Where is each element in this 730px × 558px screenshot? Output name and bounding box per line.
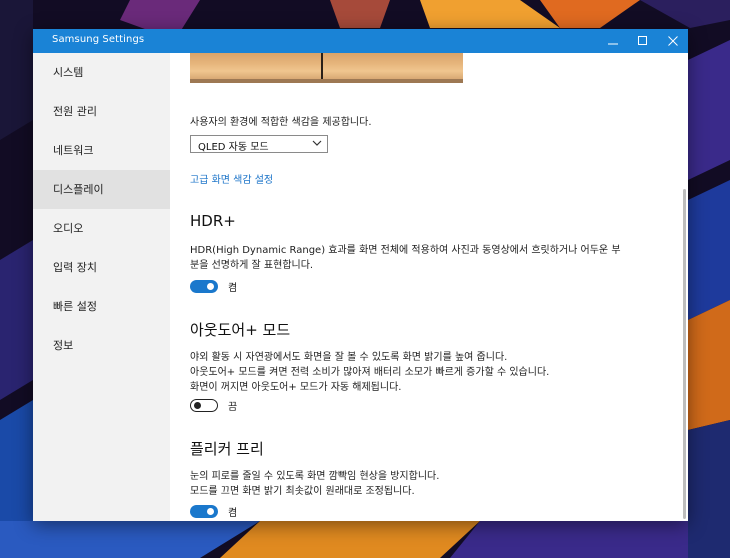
hdr-toggle[interactable] <box>190 280 218 293</box>
chevron-down-icon <box>312 140 322 146</box>
flicker-free-toggle[interactable] <box>190 505 218 518</box>
outdoor-mode-toggle[interactable] <box>190 399 218 412</box>
advanced-color-settings-link[interactable]: 고급 화면 색감 설정 <box>190 171 273 186</box>
hdr-title: HDR+ <box>190 212 236 230</box>
window-title: Samsung Settings <box>52 34 145 45</box>
minimize-icon <box>608 43 618 45</box>
sidebar-nav: 시스템 전원 관리 네트워크 디스플레이 오디오 입력 장치 빠른 설정 정보 <box>33 53 170 521</box>
sidebar-item-network[interactable]: 네트워크 <box>33 131 170 170</box>
flicker-free-title: 플리커 프리 <box>190 440 264 458</box>
close-button[interactable] <box>658 29 688 53</box>
title-bar: Samsung Settings <box>33 29 688 53</box>
color-mode-dropdown[interactable]: QLED 자동 모드 <box>190 135 328 153</box>
outdoor-description-line3: 화면이 꺼지면 아웃도어+ 모드가 자동 해제됩니다. <box>190 382 402 393</box>
settings-window: Samsung Settings 시스템 전원 관리 네트워크 디스플레이 오디… <box>33 29 688 521</box>
hdr-toggle-label: 켬 <box>228 283 238 294</box>
sidebar-item-audio[interactable]: 오디오 <box>33 209 170 248</box>
display-settings-panel: 사용자의 환경에 적합한 색감을 제공합니다. QLED 자동 모드 고급 화면… <box>170 53 688 521</box>
outdoor-description-line1: 야외 활동 시 자연광에서도 화면을 잘 볼 수 있도록 화면 밝기를 높여 줍… <box>190 352 508 363</box>
content-scrollbar[interactable] <box>683 189 686 519</box>
sidebar-item-display[interactable]: 디스플레이 <box>33 170 170 209</box>
hdr-description-line1: HDR(High Dynamic Range) 효과를 화면 전체에 적용하여 … <box>190 245 621 256</box>
minimize-button[interactable] <box>598 29 628 53</box>
sidebar-item-quick-settings[interactable]: 빠른 설정 <box>33 287 170 326</box>
color-preview-image <box>190 53 463 83</box>
outdoor-toggle-label: 끔 <box>228 402 238 413</box>
flicker-toggle-label: 켬 <box>228 508 238 519</box>
outdoor-description-line2: 아웃도어+ 모드를 켜면 전력 소비가 많아져 배터리 소모가 빠르게 증가할 … <box>190 367 550 378</box>
outdoor-mode-title: 아웃도어+ 모드 <box>190 321 291 339</box>
sidebar-item-input[interactable]: 입력 장치 <box>33 248 170 287</box>
flicker-description-line2: 모드를 끄면 화면 밝기 최솟값이 원래대로 조정됩니다. <box>190 486 415 497</box>
maximize-button[interactable] <box>628 29 658 53</box>
sidebar-item-system[interactable]: 시스템 <box>33 53 170 92</box>
sidebar-item-power[interactable]: 전원 관리 <box>33 92 170 131</box>
hdr-description-line2: 분을 선명하게 잘 표현합니다. <box>190 260 314 271</box>
maximize-icon <box>638 36 647 45</box>
color-mode-description: 사용자의 환경에 적합한 색감을 제공합니다. <box>190 117 372 128</box>
flicker-description-line1: 눈의 피로를 줄일 수 있도록 화면 깜빡임 현상을 방지합니다. <box>190 471 440 482</box>
close-icon <box>668 36 678 46</box>
sidebar-item-info[interactable]: 정보 <box>33 326 170 365</box>
color-mode-value: QLED 자동 모드 <box>198 142 269 153</box>
